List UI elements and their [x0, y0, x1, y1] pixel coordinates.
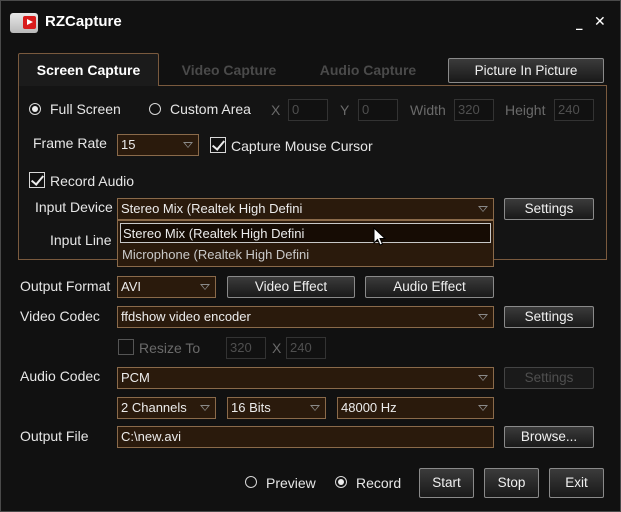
full-screen-label: Full Screen: [50, 101, 121, 117]
audio-codec-select[interactable]: PCM: [117, 367, 494, 389]
width-label: Width: [410, 102, 446, 118]
resize-x-label: X: [272, 340, 282, 356]
audio-rate-value: 48000 Hz: [341, 400, 397, 415]
audio-rate-select[interactable]: 48000 Hz: [337, 397, 494, 419]
chevron-down-icon: [200, 284, 210, 290]
frame-rate-select[interactable]: 15: [117, 134, 199, 156]
resize-height-input[interactable]: 240: [286, 337, 326, 359]
picture-in-picture-button[interactable]: Picture In Picture: [448, 58, 604, 83]
audio-channels-select[interactable]: 2 Channels: [117, 397, 216, 419]
record-radio[interactable]: [335, 476, 347, 488]
title-bar[interactable]: RZCapture _ ✕: [1, 1, 620, 45]
frame-rate-value: 15: [121, 137, 136, 152]
mouse-pointer-icon: [373, 227, 387, 246]
audio-effect-button[interactable]: Audio Effect: [365, 276, 494, 298]
chevron-down-icon: [183, 142, 193, 148]
preview-radio[interactable]: [245, 476, 257, 488]
chevron-down-icon: [478, 314, 488, 320]
chevron-down-icon: [478, 405, 488, 411]
record-label: Record: [356, 475, 402, 491]
audio-codec-value: PCM: [121, 370, 150, 385]
app-logo-icon: [10, 13, 38, 33]
dropdown-option-microphone[interactable]: Microphone (Realtek High Defini: [120, 245, 491, 265]
video-codec-label: Video Codec: [20, 308, 100, 324]
stop-button[interactable]: Stop: [484, 468, 539, 498]
video-codec-value: ffdshow video encoder: [121, 309, 251, 324]
input-device-value: Stereo Mix (Realtek High Defini: [121, 201, 303, 216]
input-device-settings-button[interactable]: Settings: [504, 198, 594, 220]
height-input[interactable]: 240: [554, 99, 594, 121]
video-codec-settings-button[interactable]: Settings: [504, 306, 594, 328]
audio-bits-select[interactable]: 16 Bits: [227, 397, 326, 419]
tab-video-capture[interactable]: Video Capture: [167, 54, 291, 86]
chevron-down-icon: [310, 405, 320, 411]
audio-codec-label: Audio Codec: [20, 368, 101, 384]
audio-channels-value: 2 Channels: [121, 400, 187, 415]
dropdown-option-stereo-mix[interactable]: Stereo Mix (Realtek High Defini: [120, 223, 491, 243]
output-format-select[interactable]: AVI: [117, 276, 216, 298]
chevron-down-icon: [478, 375, 488, 381]
height-label: Height: [505, 102, 546, 118]
video-codec-select[interactable]: ffdshow video encoder: [117, 306, 494, 328]
output-format-value: AVI: [121, 279, 141, 294]
resize-to-checkbox[interactable]: [118, 339, 134, 355]
y-input[interactable]: 0: [358, 99, 398, 121]
width-input[interactable]: 320: [454, 99, 494, 121]
input-device-select[interactable]: Stereo Mix (Realtek High Defini: [117, 198, 494, 220]
video-effect-button[interactable]: Video Effect: [227, 276, 355, 298]
exit-button[interactable]: Exit: [549, 468, 604, 498]
output-file-label: Output File: [20, 428, 89, 444]
output-format-label: Output Format: [20, 278, 111, 294]
preview-label: Preview: [266, 475, 316, 491]
tab-audio-capture[interactable]: Audio Capture: [306, 54, 430, 86]
close-icon[interactable]: ✕: [594, 14, 606, 30]
chevron-down-icon: [478, 206, 488, 212]
capture-mouse-cursor-checkbox[interactable]: [210, 137, 226, 153]
resize-width-input[interactable]: 320: [226, 337, 266, 359]
resize-to-label: Resize To: [139, 340, 201, 356]
capture-mouse-cursor-label: Capture Mouse Cursor: [231, 138, 373, 154]
app-title: RZCapture: [45, 13, 122, 30]
x-input[interactable]: 0: [288, 99, 328, 121]
record-audio-checkbox[interactable]: [29, 172, 45, 188]
main-window: RZCapture _ ✕ Screen Capture Video Captu…: [0, 0, 621, 512]
minimize-icon[interactable]: _: [576, 16, 583, 31]
y-label: Y: [340, 102, 350, 118]
x-label: X: [271, 102, 281, 118]
frame-rate-label: Frame Rate: [33, 135, 107, 151]
input-device-label: Input Device: [35, 199, 113, 215]
custom-area-label: Custom Area: [170, 101, 251, 117]
custom-area-radio[interactable]: [149, 103, 161, 115]
record-audio-label: Record Audio: [50, 173, 135, 189]
input-line-label: Input Line: [50, 232, 112, 248]
browse-button[interactable]: Browse...: [504, 426, 594, 448]
full-screen-radio[interactable]: [29, 103, 41, 115]
output-file-input[interactable]: C:\new.avi: [117, 426, 494, 448]
start-button[interactable]: Start: [419, 468, 474, 498]
audio-codec-settings-button[interactable]: Settings: [504, 367, 594, 389]
audio-bits-value: 16 Bits: [231, 400, 271, 415]
chevron-down-icon: [200, 405, 210, 411]
tab-screen-capture[interactable]: Screen Capture: [18, 53, 159, 86]
input-device-dropdown-list[interactable]: Stereo Mix (Realtek High Defini Micropho…: [117, 220, 494, 267]
